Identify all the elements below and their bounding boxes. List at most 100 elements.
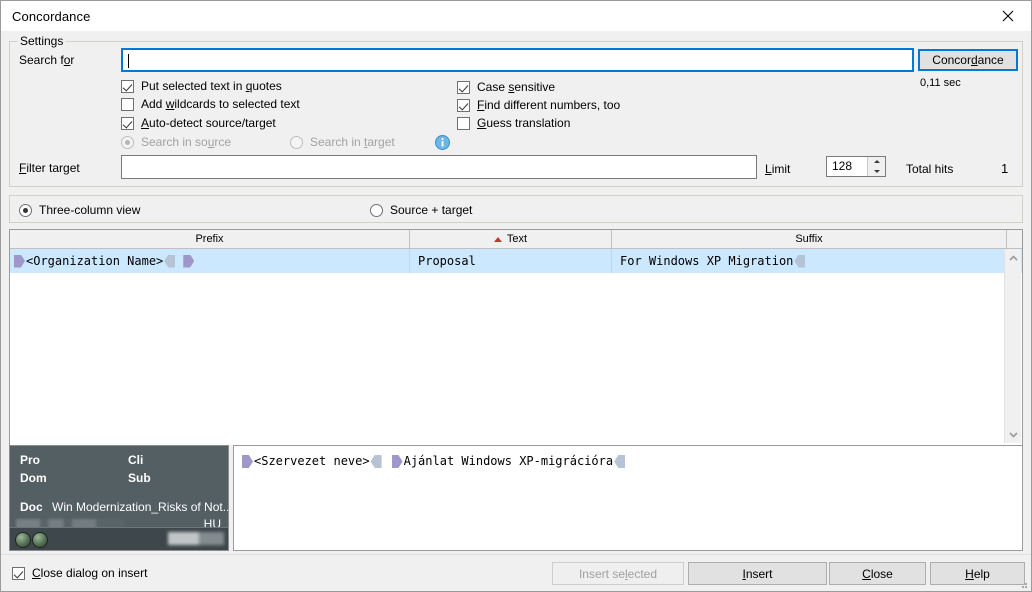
status-circle-icon [15, 532, 31, 548]
tag-close-icon [614, 455, 625, 468]
insert-selected-button[interactable]: Insert selected [552, 562, 684, 585]
target-text: Ajánlat Windows XP-migrációra [404, 454, 614, 468]
limit-spin-buttons[interactable] [867, 157, 885, 176]
elapsed-time: 0,11 sec [920, 77, 961, 89]
cell-suffix-text: For Windows XP Migration [620, 254, 793, 268]
view-mode-bar [9, 195, 1023, 223]
checkbox-label: Guess translation [477, 116, 570, 130]
status-circle-icon [32, 532, 48, 548]
checkbox-box [121, 117, 134, 130]
cell-prefix: <Organization Name> [10, 249, 410, 273]
cell-text: Proposal [410, 249, 612, 273]
help-button[interactable]: Help [930, 562, 1025, 585]
tag-open-icon [183, 255, 194, 268]
checkbox-close-dialog-on-insert[interactable]: Close dialog on insert [12, 565, 147, 581]
checkbox-box [121, 80, 134, 93]
spin-down-icon[interactable] [868, 167, 885, 177]
checkbox-case-sensitive[interactable]: Case sensitive [457, 79, 555, 95]
meta-document-label: Doc [20, 500, 43, 514]
insert-button-label: Insert [742, 567, 772, 581]
radio-three-column-view[interactable]: Three-column view [19, 202, 140, 218]
meta-subject-label: Sub [128, 471, 151, 485]
radio-box [290, 136, 303, 149]
target-prefix-text: <Szervezet neve> [254, 454, 370, 468]
table-row[interactable]: <Organization Name> Proposal For Windows… [10, 249, 1022, 273]
insert-button[interactable]: Insert [688, 562, 827, 585]
checkbox-box [121, 98, 134, 111]
search-for-label: Search for [19, 53, 74, 67]
checkbox-box [12, 567, 25, 580]
checkbox-label: Put selected text in quotes [141, 79, 282, 93]
dialog-footer: Close dialog on insert Insert selected I… [1, 554, 1031, 591]
checkbox-guess-translation[interactable]: Guess translation [457, 115, 570, 131]
checkbox-box [457, 99, 470, 112]
checkbox-auto-detect-source-target[interactable]: Auto-detect source/target [121, 115, 276, 131]
meta-document-value: Win Modernization_Risks of Not... [52, 500, 229, 514]
radio-source-plus-target[interactable]: Source + target [370, 202, 472, 218]
chevron-down-icon[interactable] [1005, 426, 1021, 443]
tag-close-icon [371, 455, 382, 468]
column-header-label: Text [507, 233, 527, 245]
radio-search-in-source[interactable]: Search in source [121, 134, 231, 150]
meta-client-label: Cli [128, 453, 143, 467]
limit-stepper[interactable]: 128 [826, 156, 886, 177]
radio-label: Three-column view [39, 203, 140, 217]
checkbox-add-wildcards[interactable]: Add wildcards to selected text [121, 96, 300, 112]
target-preview-panel[interactable]: <Szervezet neve> Ajánlat Windows XP-migrá… [233, 445, 1023, 551]
filter-target-input[interactable] [121, 155, 757, 179]
total-hits-label: Total hits [906, 162, 953, 176]
column-header-label: Prefix [195, 233, 223, 245]
concordance-button-label: Concordance [932, 53, 1003, 67]
checkbox-label: Find different numbers, too [477, 98, 620, 112]
tag-open-icon [14, 255, 25, 268]
total-hits-value: 1 [1001, 161, 1008, 176]
results-scrollbar[interactable] [1004, 249, 1021, 443]
close-button[interactable]: Close [829, 562, 926, 585]
results-table: Prefix Text Suffix <Organization Name> P… [9, 229, 1023, 445]
help-button-label: Help [965, 567, 990, 581]
checkbox-find-different-numbers[interactable]: Find different numbers, too [457, 97, 620, 113]
cell-text-value: Proposal [418, 254, 476, 268]
search-input[interactable] [121, 48, 914, 72]
radio-box [370, 204, 383, 217]
cell-prefix-text: <Organization Name> [26, 254, 163, 268]
close-button-label: Close [862, 567, 893, 581]
concordance-button[interactable]: Concordance [918, 49, 1018, 71]
checkbox-box [457, 81, 470, 94]
limit-label: Limit [765, 162, 790, 176]
column-header-prefix[interactable]: Prefix [10, 230, 410, 248]
chevron-up-icon[interactable] [1005, 249, 1021, 266]
radio-box [121, 136, 134, 149]
concordance-dialog: Concordance Settings Search for Concorda… [0, 0, 1032, 592]
radio-search-in-target[interactable]: Search in target [290, 134, 395, 150]
filter-target-label: Filter target [19, 161, 80, 175]
results-table-header: Prefix Text Suffix [10, 230, 1022, 249]
window-title: Concordance [12, 9, 90, 24]
column-header-label: Suffix [795, 233, 822, 245]
insert-selected-button-label: Insert selected [579, 567, 657, 581]
title-bar: Concordance [1, 1, 1031, 31]
cell-suffix: For Windows XP Migration [612, 249, 1007, 273]
meta-redacted-badge [168, 532, 224, 545]
meta-domain-label: Dom [20, 471, 47, 485]
meta-project-label: Pro [20, 453, 40, 467]
checkbox-put-selected-text-in-quotes[interactable]: Put selected text in quotes [121, 78, 282, 94]
radio-label: Source + target [390, 203, 472, 217]
radio-label: Search in source [141, 135, 231, 149]
resize-grip[interactable] [1018, 579, 1028, 589]
column-header-text[interactable]: Text [410, 230, 612, 248]
text-caret [128, 54, 129, 68]
info-icon[interactable] [435, 135, 450, 150]
tag-open-icon [392, 455, 403, 468]
close-icon[interactable] [985, 1, 1031, 30]
checkbox-label: Close dialog on insert [32, 566, 147, 580]
settings-legend: Settings [17, 34, 66, 48]
sort-ascending-icon [494, 237, 502, 242]
checkbox-label: Auto-detect source/target [141, 116, 276, 130]
limit-value[interactable]: 128 [827, 157, 867, 176]
column-header-suffix[interactable]: Suffix [612, 230, 1007, 248]
tag-close-icon [164, 255, 175, 268]
checkbox-box [457, 117, 470, 130]
tag-close-icon [794, 255, 805, 268]
spin-up-icon[interactable] [868, 157, 885, 167]
